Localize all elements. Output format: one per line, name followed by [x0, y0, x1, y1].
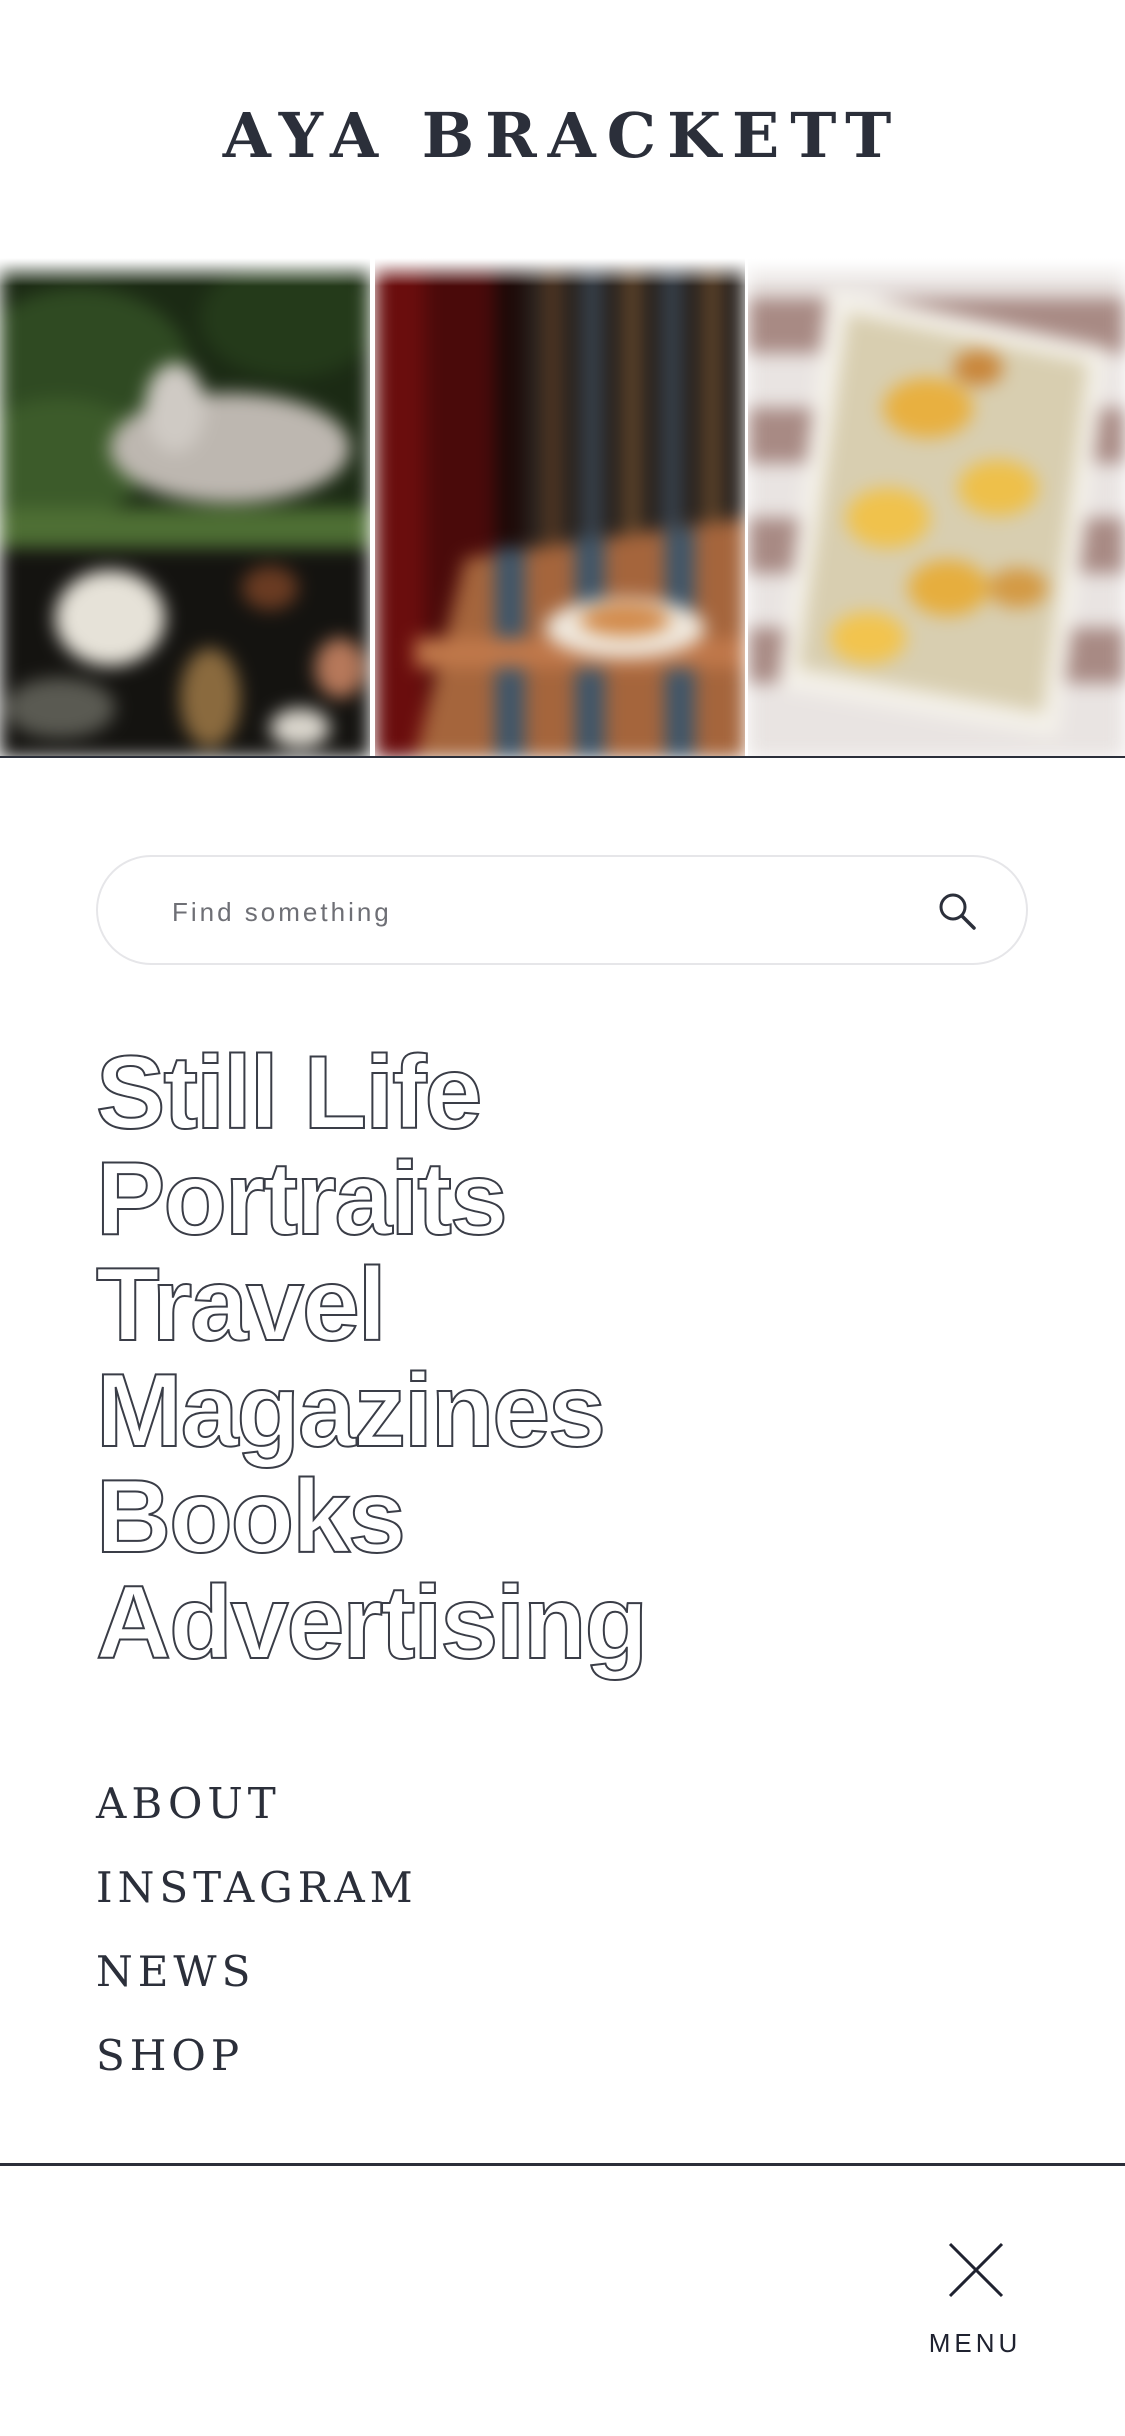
menu-close-button[interactable]: MENU	[910, 2232, 1040, 2372]
footer-divider	[0, 2163, 1125, 2166]
category-still-life[interactable]: Still Life	[95, 1039, 646, 1147]
secondary-links: ABOUT INSTAGRAM NEWS SHOP	[96, 1762, 418, 2098]
close-icon[interactable]	[948, 2242, 1004, 2298]
striped-chair-image[interactable]	[375, 258, 745, 756]
link-news[interactable]: NEWS	[96, 1930, 418, 2014]
hero-image-strip	[0, 258, 1125, 758]
search-input[interactable]	[170, 885, 874, 939]
pastry-tray-image[interactable]	[748, 258, 1125, 756]
menu-label[interactable]: MENU	[910, 2328, 1040, 2359]
search-icon[interactable]	[936, 890, 980, 934]
link-shop[interactable]: SHOP	[96, 2014, 418, 2098]
site-title[interactable]: AYA BRACKETT	[0, 96, 1125, 176]
still-life-rabbit-image[interactable]	[0, 258, 370, 756]
search-bar[interactable]	[96, 855, 1028, 965]
link-about[interactable]: ABOUT	[96, 1762, 418, 1846]
category-advertising[interactable]: Advertising	[95, 1569, 649, 1677]
category-magazines[interactable]: Magazines	[95, 1357, 646, 1465]
category-books[interactable]: Books	[95, 1463, 646, 1571]
category-portraits[interactable]: Portraits	[95, 1145, 646, 1253]
category-travel[interactable]: Travel	[95, 1251, 646, 1359]
category-list: Still Life Portraits Travel Magazines Bo…	[95, 1039, 649, 1677]
link-instagram[interactable]: INSTAGRAM	[96, 1846, 418, 1930]
